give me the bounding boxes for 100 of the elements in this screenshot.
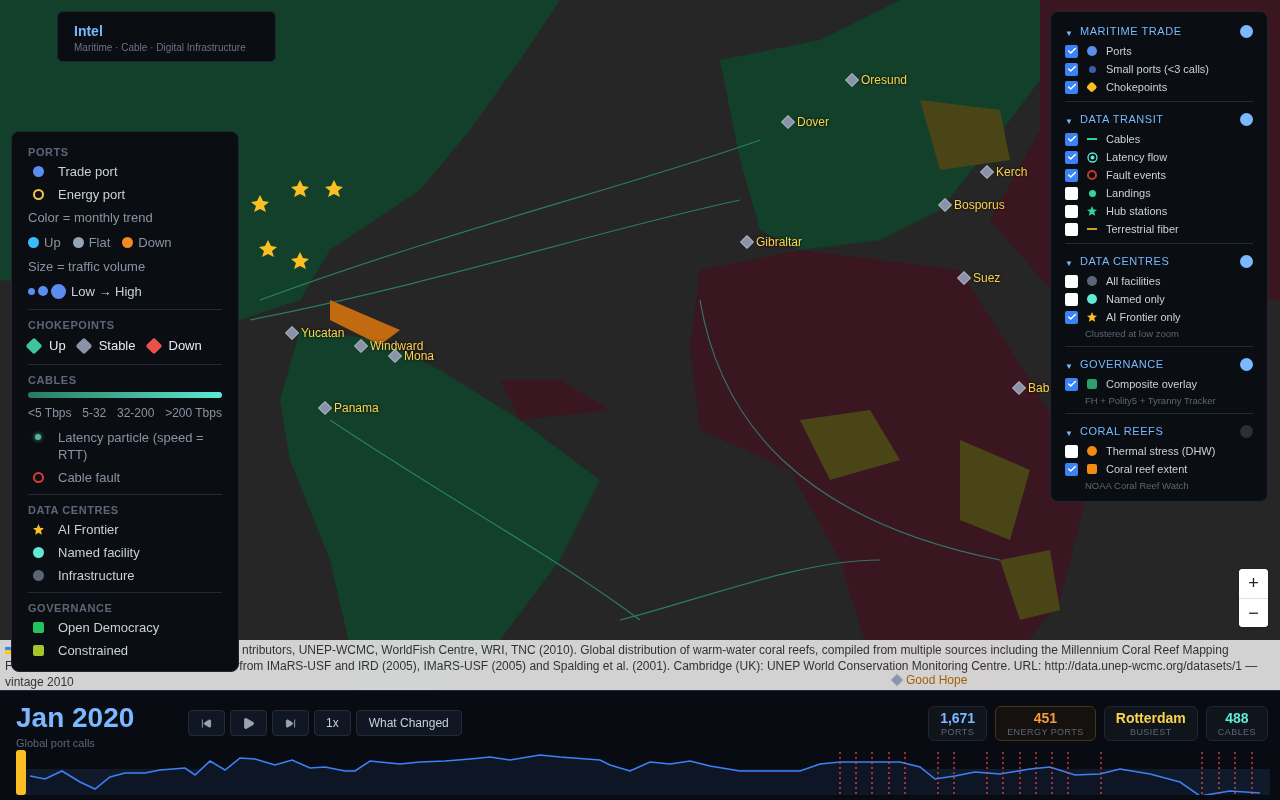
- layer-label: Fault events: [1106, 167, 1166, 183]
- section-heading[interactable]: GOVERNANCE: [1080, 355, 1240, 373]
- layer-checkbox[interactable]: [1065, 150, 1078, 164]
- legend-label: Stable: [98, 337, 136, 355]
- chokepoint-label: Yucatan: [301, 325, 345, 341]
- skip-forward-button[interactable]: [272, 710, 309, 736]
- chokepoint-label: Good Hope: [906, 673, 968, 688]
- chokepoint-marker[interactable]: [1012, 381, 1026, 395]
- layer-checkbox[interactable]: [1065, 274, 1078, 288]
- section-heading: PORTS: [28, 145, 70, 160]
- section-heading[interactable]: DATA CENTRES: [1080, 252, 1240, 270]
- chokepoint-label: Bab: [1028, 380, 1050, 396]
- layer-label: Latency flow: [1106, 149, 1168, 165]
- collapse-caret[interactable]: ▼: [1065, 259, 1073, 268]
- chokepoint-marker[interactable]: [781, 115, 795, 129]
- current-date: Jan 2020: [16, 701, 135, 735]
- layer-checkbox[interactable]: [1065, 186, 1078, 200]
- chokepoint-marker[interactable]: [318, 401, 332, 415]
- layer-checkbox[interactable]: [1065, 462, 1078, 476]
- section-heading[interactable]: CORAL REEFS: [1080, 422, 1240, 440]
- legend-note: Size = traffic volume: [28, 258, 147, 276]
- legend-label: Low → High: [71, 282, 142, 301]
- stat-label: PORTS: [941, 726, 975, 738]
- speed-button[interactable]: 1x: [314, 710, 351, 736]
- chokepoint-marker[interactable]: [354, 339, 368, 353]
- brand-title: Intel: [74, 22, 104, 41]
- chokepoint-label: Kerch: [996, 164, 1028, 180]
- attribution-text: from IMaRS-USF and IRD (2005), IMaRS-USF (2005) and Spalding et al. (2001). Cambridge (UK): UNEP World Conservation Monitoring Centre. URL: http://data.unep-wcmc.org/datasets/1 —: [239, 658, 1258, 674]
- layer-label: AI Frontier only: [1106, 309, 1181, 325]
- legend-label: Up: [49, 337, 66, 355]
- layer-label: Terrestrial fiber: [1106, 221, 1179, 237]
- layer-label: Composite overlay: [1106, 376, 1198, 392]
- layer-note: FH + Polity5 + Tyranny Tracker: [1084, 394, 1217, 408]
- layer-checkbox[interactable]: [1065, 44, 1078, 58]
- section-heading[interactable]: DATA TRANSIT: [1080, 110, 1240, 128]
- layer-checkbox[interactable]: [1065, 292, 1078, 306]
- chokepoint-marker[interactable]: [890, 673, 904, 687]
- chokepoint-marker[interactable]: [980, 165, 994, 179]
- layer-checkbox[interactable]: [1065, 62, 1078, 76]
- legend-label: Latency particle (speed = RTT): [58, 428, 205, 463]
- gradient-label: <5 Tbps: [28, 404, 72, 422]
- layer-label: Coral reef extent: [1106, 461, 1188, 477]
- chokepoint-marker[interactable]: [938, 198, 952, 212]
- play-button[interactable]: [230, 710, 267, 736]
- layer-checkbox[interactable]: [1065, 132, 1078, 146]
- layer-label: Thermal stress (DHW): [1106, 443, 1216, 459]
- skip-back-button[interactable]: [188, 710, 225, 736]
- layer-toggle[interactable]: [1240, 424, 1253, 438]
- skip-back-icon: [201, 717, 212, 729]
- layer-note: Clustered at low zoom: [1084, 327, 1180, 341]
- layer-checkbox[interactable]: [1065, 222, 1078, 236]
- chokepoint-label: Oresund: [861, 72, 908, 88]
- collapse-caret[interactable]: ▼: [1065, 362, 1073, 371]
- section-heading: CABLES: [28, 372, 78, 388]
- gradient-label: 5-32: [82, 404, 107, 422]
- layer-toggle[interactable]: [1240, 254, 1253, 268]
- layer-checkbox[interactable]: [1065, 80, 1078, 94]
- legend-label: Flat: [88, 233, 111, 252]
- zoom-out-button[interactable]: −: [1239, 598, 1268, 627]
- layer-checkbox[interactable]: [1065, 444, 1078, 458]
- layer-checkbox[interactable]: [1065, 377, 1078, 391]
- attribution-text: ntributors, UNEP-WCMC, WorldFish Centre, WRI, TNC (2010). Global distribution of warm-water coral reefs, compiled from multiple sources including the Millennium Coral Reef Mapping: [242, 642, 1229, 658]
- brand-subtitle: Maritime · Cable · Digital Infrastructure: [74, 41, 247, 55]
- stat-value: 451: [1033, 709, 1058, 727]
- what-changed-button[interactable]: What Changed: [355, 710, 462, 736]
- section-heading[interactable]: MARITIME TRADE: [1080, 22, 1240, 40]
- gradient-label: 32-200: [117, 404, 155, 422]
- stat-value: Rotterdam: [1115, 709, 1186, 727]
- layer-label: All facilities: [1106, 273, 1161, 289]
- layer-note: NOAA Coral Reef Watch: [1084, 479, 1190, 493]
- zoom-in-button[interactable]: +: [1239, 569, 1268, 598]
- legend-label: Up: [44, 233, 61, 252]
- section-heading: CHOKEPOINTS: [28, 318, 116, 333]
- stat-label: BUSIEST: [1129, 726, 1172, 738]
- collapse-caret[interactable]: ▼: [1065, 117, 1073, 126]
- layer-toggle[interactable]: [1240, 112, 1253, 126]
- layer-toggle[interactable]: [1240, 357, 1253, 371]
- layer-label: Hub stations: [1106, 203, 1168, 219]
- play-icon: [242, 716, 255, 730]
- legend-label: Trade port: [58, 163, 118, 180]
- collapse-caret[interactable]: ▼: [1065, 429, 1073, 438]
- legend-label: Down: [138, 233, 172, 252]
- layer-label: Landings: [1106, 185, 1151, 201]
- legend-label: Cable fault: [58, 468, 121, 486]
- layer-label: Named only: [1106, 291, 1165, 307]
- layer-checkbox[interactable]: [1065, 168, 1078, 182]
- chokepoint-marker[interactable]: [845, 73, 859, 87]
- layer-label: Small ports (<3 calls): [1106, 61, 1209, 77]
- timeline-handle[interactable]: [16, 750, 26, 795]
- stat-value: 1,671: [940, 709, 976, 727]
- layer-checkbox[interactable]: [1065, 310, 1078, 324]
- chokepoint-label: Bosporus: [954, 197, 1005, 213]
- chokepoint-marker[interactable]: [957, 271, 971, 285]
- collapse-caret[interactable]: ▼: [1065, 29, 1073, 38]
- chokepoint-label: Panama: [334, 400, 379, 416]
- layer-toggle[interactable]: [1240, 24, 1253, 38]
- chokepoint-marker[interactable]: [285, 326, 299, 340]
- timeline-caption: Global port calls: [16, 736, 96, 751]
- skip-forward-icon: [285, 717, 296, 729]
- layer-checkbox[interactable]: [1065, 204, 1078, 218]
